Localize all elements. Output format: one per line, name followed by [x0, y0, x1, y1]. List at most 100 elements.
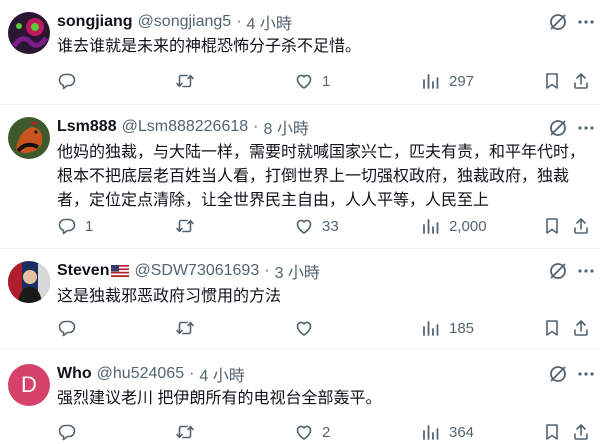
- bookmark-icon: [546, 73, 558, 89]
- views-count: 364: [449, 423, 475, 441]
- bookmark-button[interactable]: [542, 215, 562, 237]
- reply-icon: [58, 218, 76, 235]
- timestamp[interactable]: 4 小時: [247, 10, 292, 34]
- like-button[interactable]: 33: [294, 215, 339, 237]
- tweet-2[interactable]: Lsm888 @Lsm888226618 · 8 小時 他妈的独裁，与大陆一样，…: [0, 105, 600, 247]
- action-bar: 2 364: [57, 421, 600, 443]
- us-flag-icon: [111, 265, 130, 277]
- tweet-3[interactable]: Steven @SDW73061693 · 3 小時 这是独裁邪恶政府习惯用的方…: [0, 249, 600, 349]
- avatar[interactable]: [8, 12, 50, 54]
- user-handle[interactable]: @songjiang5: [138, 13, 232, 31]
- like-count: 1: [322, 72, 331, 90]
- bookmark-button[interactable]: [542, 70, 562, 92]
- timestamp[interactable]: 4 小時: [199, 362, 244, 386]
- retweet-icon: [176, 219, 194, 233]
- tweet-text: 他妈的独裁，与大陆一样，需要时就喊国家兴亡，匹夫有责，和平年代时，根本不把底层老…: [57, 144, 586, 209]
- views-count: 2,000: [449, 217, 487, 235]
- like-icon: [296, 321, 312, 336]
- views-icon: [423, 425, 439, 440]
- share-icon: [574, 320, 588, 336]
- grok-icon[interactable]: [548, 364, 568, 384]
- avatar[interactable]: [8, 117, 50, 159]
- share-button[interactable]: [571, 317, 591, 339]
- bookmark-button[interactable]: [542, 317, 562, 339]
- separator-dot: ·: [253, 118, 259, 135]
- views-count: 185: [449, 319, 475, 337]
- tweet-text: 这是独裁邪恶政府习惯用的方法: [57, 288, 282, 305]
- tweet-text: 强烈建议老川 把伊朗所有的电视台全部轰平。: [57, 390, 382, 407]
- retweet-button[interactable]: [175, 421, 203, 443]
- avatar[interactable]: [8, 261, 50, 303]
- retweet-icon: [176, 425, 194, 439]
- reply-button[interactable]: 1: [57, 215, 93, 237]
- like-icon: [296, 74, 312, 89]
- retweet-icon: [176, 74, 194, 88]
- share-icon: [574, 218, 588, 234]
- views-icon: [423, 74, 439, 89]
- views-count: 297: [449, 72, 475, 90]
- grok-icon[interactable]: [548, 118, 568, 138]
- reply-icon: [58, 320, 76, 337]
- retweet-button[interactable]: [175, 317, 203, 339]
- display-name[interactable]: Lsm888: [57, 118, 117, 136]
- bookmark-button[interactable]: [542, 421, 562, 443]
- more-icon[interactable]: [576, 261, 596, 281]
- share-button[interactable]: [571, 70, 591, 92]
- tweet-header: Who @hu524065 · 4 小時: [57, 363, 245, 385]
- tweet-header: Lsm888 @Lsm888226618 · 8 小時: [57, 116, 309, 138]
- tweet-header: songjiang @songjiang5 · 4 小時: [57, 11, 292, 33]
- action-bar: 185: [57, 317, 600, 339]
- reply-count: 1: [85, 217, 94, 235]
- like-icon: [296, 219, 312, 234]
- display-name[interactable]: Steven: [57, 262, 109, 280]
- more-icon[interactable]: [576, 118, 596, 138]
- like-button[interactable]: 1: [294, 70, 330, 92]
- reply-button[interactable]: [57, 421, 85, 443]
- retweet-icon: [176, 321, 194, 335]
- views-button[interactable]: 297: [421, 70, 474, 92]
- tweet-header: Steven @SDW73061693 · 3 小時: [57, 260, 320, 282]
- views-button[interactable]: 185: [421, 317, 474, 339]
- views-button[interactable]: 2,000: [421, 215, 487, 237]
- reply-button[interactable]: [57, 70, 85, 92]
- user-handle[interactable]: @SDW73061693: [134, 262, 259, 280]
- tweet-1[interactable]: songjiang @songjiang5 · 4 小時 谁去谁就是未来的神棍恐…: [0, 0, 600, 103]
- bookmark-icon: [546, 320, 558, 336]
- like-count: 2: [322, 423, 331, 441]
- user-handle[interactable]: @hu524065: [97, 365, 184, 383]
- action-bar: 1 297: [57, 70, 600, 92]
- bookmark-icon: [546, 218, 558, 234]
- tweet-4[interactable]: D Who @hu524065 · 4 小時 强烈建议老川 把伊朗所有的电视台全…: [0, 349, 600, 444]
- share-icon: [574, 73, 588, 89]
- views-button[interactable]: 364: [421, 421, 474, 443]
- retweet-button[interactable]: [175, 70, 203, 92]
- grok-icon[interactable]: [548, 261, 568, 281]
- share-button[interactable]: [571, 421, 591, 443]
- more-icon[interactable]: [576, 364, 596, 384]
- display-name[interactable]: Who: [57, 365, 92, 383]
- avatar-letter: D: [21, 372, 37, 397]
- separator-dot: ·: [264, 262, 270, 279]
- like-icon: [296, 425, 312, 440]
- grok-icon[interactable]: [548, 12, 568, 32]
- like-button[interactable]: 2: [294, 421, 330, 443]
- like-button[interactable]: [294, 317, 322, 339]
- like-count: 33: [322, 217, 339, 235]
- user-handle[interactable]: @Lsm888226618: [122, 118, 249, 136]
- reply-button[interactable]: [57, 317, 85, 339]
- avatar[interactable]: D: [8, 364, 50, 406]
- timestamp[interactable]: 3 小時: [275, 259, 320, 283]
- retweet-button[interactable]: [175, 215, 203, 237]
- reply-icon: [58, 73, 76, 90]
- separator-dot: ·: [236, 13, 242, 30]
- tweet-text: 谁去谁就是未来的神棍恐怖分子杀不足惜。: [57, 38, 362, 55]
- share-button[interactable]: [571, 215, 591, 237]
- action-bar: 1 33 2,000: [57, 215, 600, 237]
- share-icon: [574, 424, 588, 440]
- timestamp[interactable]: 8 小時: [263, 115, 308, 139]
- display-name[interactable]: songjiang: [57, 13, 133, 31]
- views-icon: [423, 219, 439, 234]
- views-icon: [423, 321, 439, 336]
- more-icon[interactable]: [576, 12, 596, 32]
- separator-dot: ·: [189, 365, 195, 382]
